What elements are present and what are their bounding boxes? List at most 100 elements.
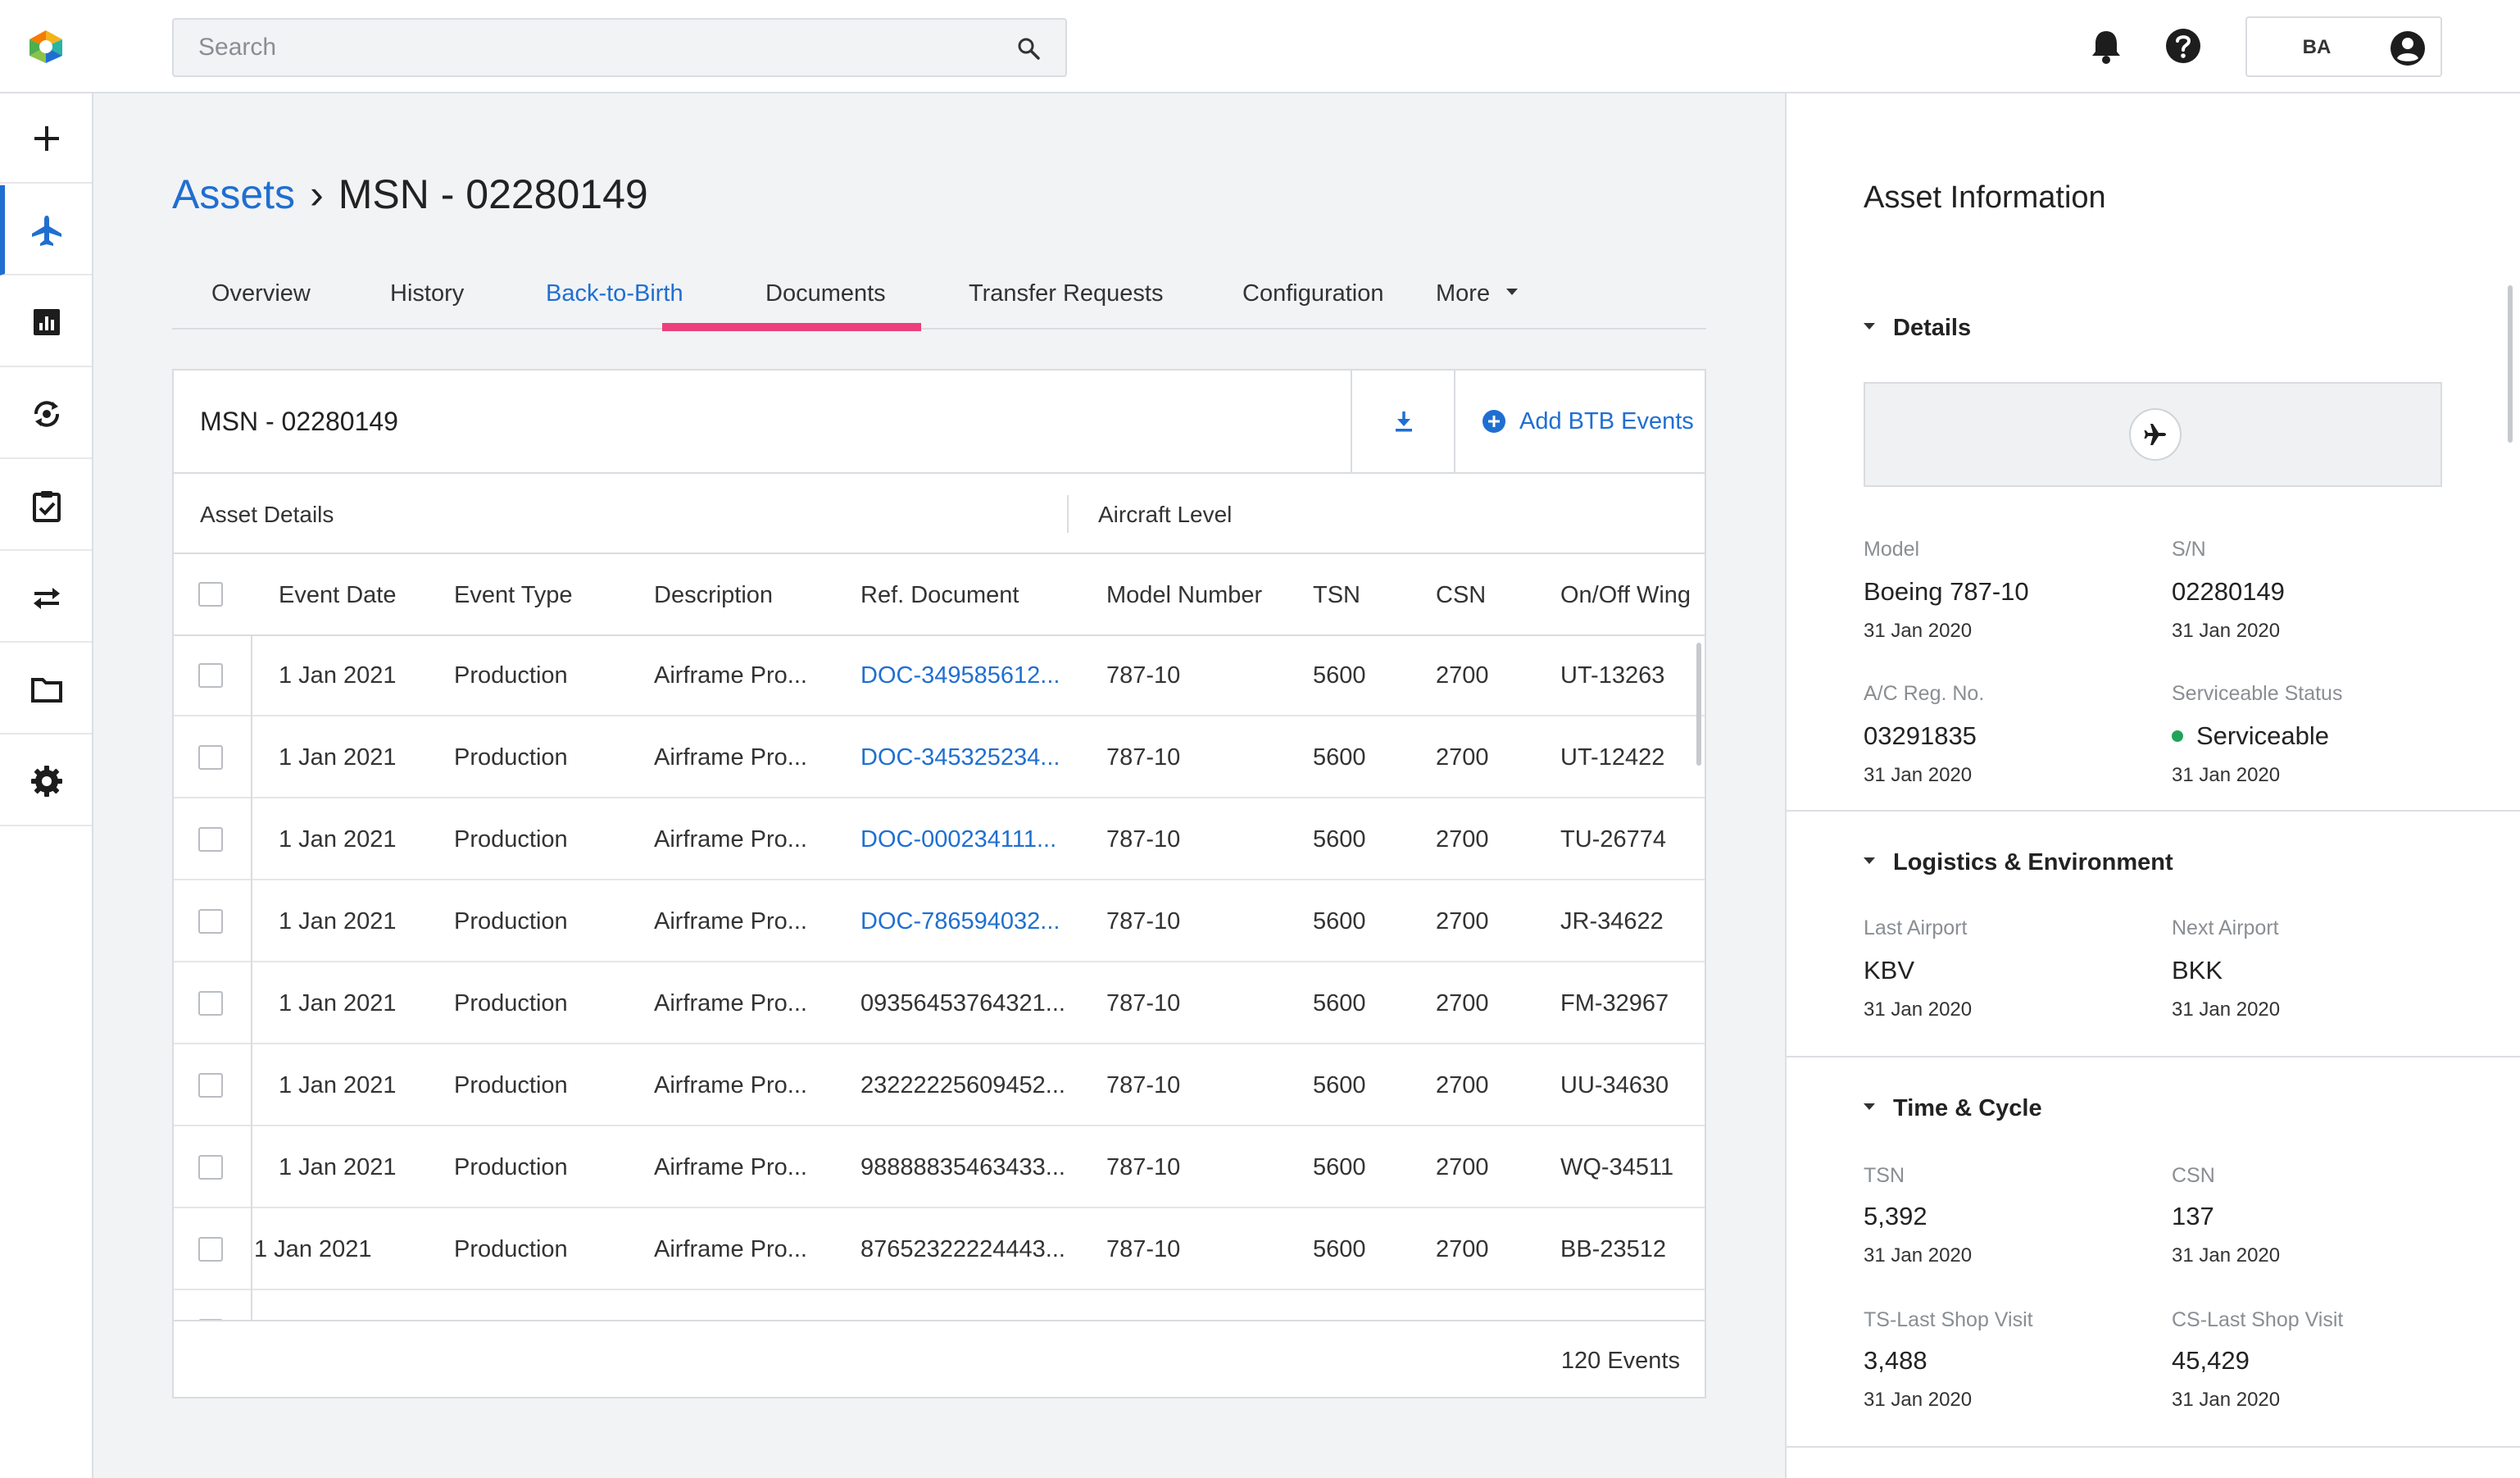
table-row[interactable]: 1 Jan 2021 Production Airframe Pro... DOC-7… (174, 882, 1705, 962)
airplane-badge (2129, 408, 2182, 461)
row-checkbox[interactable] (198, 663, 223, 688)
table-row[interactable]: 1 Jan 2021 Production Airframe Pro... 98888… (174, 1128, 1705, 1208)
ref-document-link[interactable]: DOC-786594032... (860, 908, 1060, 935)
model-value: Boeing 787-10 (1864, 577, 2029, 606)
tab-transfer-requests[interactable]: Transfer Requests (969, 280, 1163, 307)
table-vertical-scrollbar[interactable] (1696, 643, 1701, 766)
col-description[interactable]: Description (654, 582, 773, 609)
app-logo-icon[interactable] (25, 28, 67, 66)
section-logistics-toggle[interactable]: Logistics & Environment (1864, 849, 2173, 876)
panel-scrollbar[interactable] (2508, 285, 2513, 443)
rail-item-create[interactable] (0, 93, 92, 184)
cell-type: Production (454, 1154, 568, 1180)
rail-item-tasks[interactable] (0, 461, 92, 551)
breadcrumb-separator: › (310, 171, 324, 217)
cell-type: Production (454, 662, 568, 689)
rail-item-assets[interactable] (0, 185, 92, 275)
cell-csn: 2700 (1436, 1154, 1489, 1180)
tab-overview[interactable]: Overview (211, 280, 311, 307)
search-input[interactable] (174, 20, 960, 75)
row-checkbox[interactable] (198, 1155, 223, 1180)
add-circle-icon (1482, 410, 1505, 433)
cell-ref: 23222225609452... (860, 1072, 1065, 1098)
ref-document-link[interactable]: DOC-345325234... (860, 744, 1060, 771)
section-time-cycle-toggle[interactable]: Time & Cycle (1864, 1095, 2042, 1122)
table-row[interactable]: 1 Jan 2021 Production Airframe Pro... DOC-3… (174, 718, 1705, 798)
search-icon[interactable] (1016, 36, 1041, 61)
row-checkbox[interactable] (198, 745, 223, 770)
rail-item-transfers[interactable] (0, 553, 92, 643)
clipboard-check-icon (33, 491, 61, 522)
col-csn[interactable]: CSN (1436, 582, 1486, 609)
rail-item-settings[interactable] (0, 736, 92, 826)
col-tsn[interactable]: TSN (1313, 582, 1360, 609)
row-checkbox[interactable] (198, 991, 223, 1016)
rail-item-sync[interactable] (0, 369, 92, 459)
row-checkbox[interactable] (198, 1073, 223, 1098)
reg-value: 03291835 (1864, 721, 1977, 750)
cell-tsn: 5600 (1313, 908, 1366, 935)
section-details-toggle[interactable]: Details (1864, 315, 1971, 342)
col-ref-document[interactable]: Ref. Document (860, 582, 1019, 609)
ref-document-link[interactable]: DOC-000234111... (860, 826, 1056, 853)
cell-tsn: 5600 (1313, 990, 1366, 1016)
add-btb-events-label: Add BTB Events (1519, 408, 1694, 434)
tab-back-to-birth[interactable]: Back-to-Birth (546, 280, 683, 307)
status-date: 31 Jan 2020 (2172, 764, 2281, 786)
reg-date: 31 Jan 2020 (1864, 764, 1973, 786)
cell-date: 1 Jan 2021 (279, 990, 397, 1016)
cell-desc: Airframe Pro... (654, 1154, 807, 1180)
row-checkbox[interactable] (198, 1237, 223, 1262)
cell-wing: UT-13263 (1560, 662, 1665, 689)
user-initials: BA (2302, 36, 2332, 58)
model-date: 31 Jan 2020 (1864, 620, 1973, 642)
row-checkbox[interactable] (198, 909, 223, 934)
tab-documents[interactable]: Documents (765, 280, 886, 307)
select-all-checkbox[interactable] (198, 582, 223, 607)
rail-item-reports[interactable] (0, 277, 92, 367)
breadcrumb-assets-link[interactable]: Assets (172, 171, 295, 217)
cell-desc: Airframe Pro... (654, 662, 807, 689)
search-box[interactable] (172, 18, 1067, 77)
tab-history[interactable]: History (390, 280, 464, 307)
cs-last-shop-visit-label: CS-Last Shop Visit (2172, 1308, 2344, 1331)
cell-wing: UT-12422 (1560, 744, 1665, 771)
rail-item-documents[interactable] (0, 644, 92, 734)
account-icon[interactable] (2389, 30, 2427, 67)
col-event-type[interactable]: Event Type (454, 582, 573, 609)
col-on-off-wing[interactable]: On/Off Wing (1560, 582, 1691, 609)
cell-tsn: 5600 (1313, 744, 1366, 771)
status-label: Serviceable Status (2172, 682, 2343, 705)
col-event-date[interactable]: Event Date (279, 582, 396, 609)
table-row[interactable]: 1 Jan 2021 Production Airframe Pro... 23222… (174, 1046, 1705, 1126)
col-model-number[interactable]: Model Number (1106, 582, 1262, 609)
cell-model: 787-10 (1106, 908, 1181, 935)
cell-type: Production (454, 826, 568, 853)
cell-csn: 2700 (1436, 662, 1489, 689)
table-row[interactable]: 1 Jan 2021 Production Airframe Pro... DOC-3… (174, 636, 1705, 716)
cell-ref: 87652322224443... (860, 1236, 1065, 1262)
bar-chart-icon (34, 309, 60, 335)
cell-csn: 2700 (1436, 990, 1489, 1016)
download-button[interactable] (1351, 371, 1454, 472)
table-row[interactable]: 1 Jan 2021 Production Airframe Pro... 87652… (174, 1210, 1705, 1290)
model-label: Model (1864, 538, 1920, 561)
user-menu[interactable]: BA (2245, 16, 2442, 77)
cell-desc: Airframe Pro... (654, 1072, 807, 1098)
table-row[interactable]: 1 Jan 2021 Production Airframe Pro... DOC-0… (174, 800, 1705, 880)
cell-desc: Airframe Pro... (654, 1236, 807, 1262)
tab-more[interactable]: More (1436, 280, 1519, 307)
cell-tsn: 5600 (1313, 1154, 1366, 1180)
bell-icon[interactable] (2085, 25, 2127, 67)
ref-document-link[interactable]: DOC-349585612... (860, 662, 1060, 689)
table-row[interactable]: 1 Jan 2021 Production Airframe Pro... 09356… (174, 964, 1705, 1044)
left-nav-rail (0, 93, 93, 1478)
tab-configuration[interactable]: Configuration (1242, 280, 1384, 307)
cell-wing: FM-32967 (1560, 990, 1669, 1016)
btb-events-card: MSN - 02280149 Add BTB Events Asset Deta… (172, 369, 1706, 1398)
plus-icon (34, 126, 59, 151)
row-checkbox[interactable] (198, 827, 223, 852)
help-icon[interactable] (2162, 25, 2204, 67)
add-btb-events-button[interactable]: Add BTB Events (1454, 371, 1705, 472)
cell-ref: 98888835463433... (860, 1154, 1065, 1180)
